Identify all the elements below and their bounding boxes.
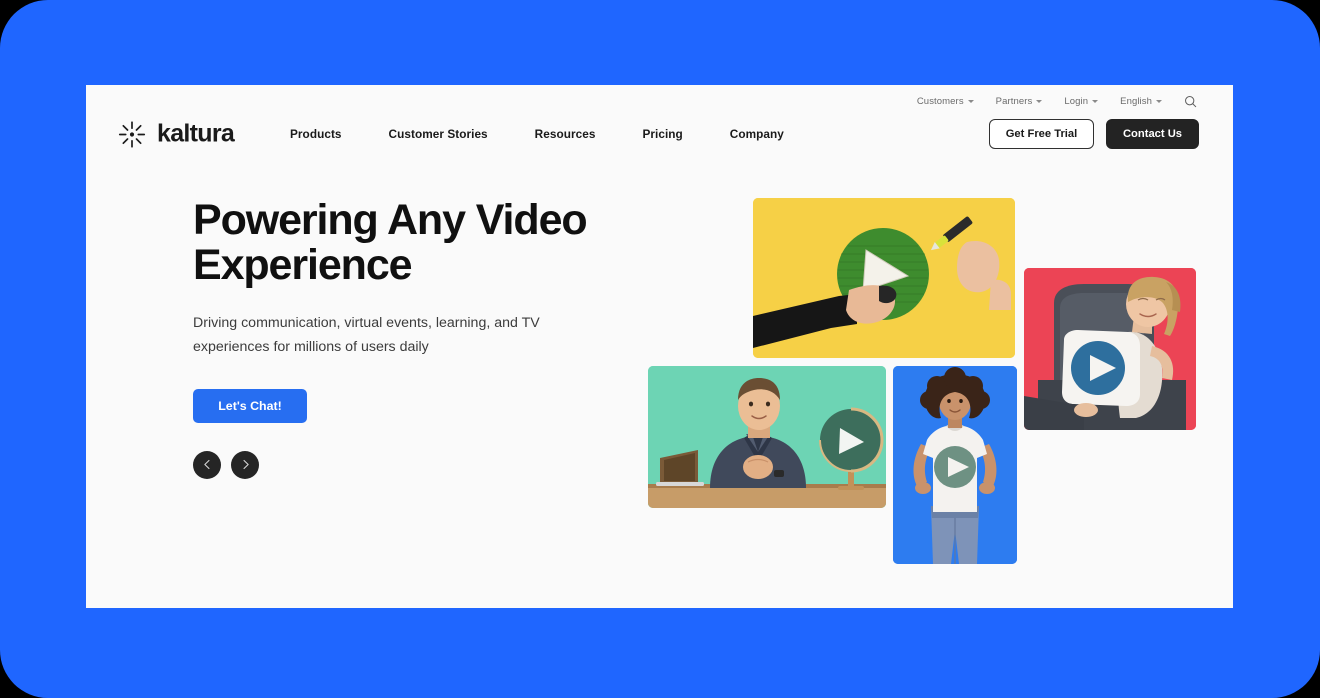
chevron-left-icon — [203, 460, 210, 470]
nav-link-resources[interactable]: Resources — [535, 127, 596, 141]
nav-links: Products Customer Stories Resources Pric… — [290, 127, 784, 141]
nav-link-pricing[interactable]: Pricing — [642, 127, 682, 141]
nav-actions: Get Free Trial Contact Us — [989, 119, 1199, 149]
carousel-next-button[interactable] — [231, 450, 259, 479]
brand-name: kaltura — [157, 119, 235, 148]
tile-whiteboard-drawing[interactable] — [753, 198, 1015, 358]
chevron-right-icon — [242, 460, 249, 470]
tile-woman-tshirt[interactable] — [893, 366, 1017, 564]
tile-woman-armchair[interactable] — [1024, 268, 1196, 430]
nav-link-customer-stories[interactable]: Customer Stories — [389, 127, 488, 141]
contact-us-button[interactable]: Contact Us — [1106, 119, 1199, 149]
hero-title: Powering Any Video Experience — [193, 196, 588, 289]
nav-link-company[interactable]: Company — [730, 127, 784, 141]
tile-whiteboard-drawing-art — [753, 198, 1015, 358]
carousel-prev-button[interactable] — [193, 450, 221, 479]
brand-logo[interactable]: kaltura — [118, 119, 235, 149]
kaltura-starburst-icon — [118, 120, 146, 148]
hero-content: Powering Any Video Experience Driving co… — [193, 198, 613, 479]
get-free-trial-button[interactable]: Get Free Trial — [989, 119, 1094, 149]
hero-subtitle: Driving communication, virtual events, l… — [193, 315, 540, 355]
website-card: Customers Partners Login English kaltura… — [86, 85, 1233, 608]
tile-presenter-desk[interactable] — [648, 366, 886, 508]
tile-presenter-desk-art — [648, 366, 886, 508]
screenshot-viewport: Customers Partners Login English kaltura… — [0, 0, 1320, 698]
main-navigation: kaltura Products Customer Stories Resour… — [86, 101, 1233, 167]
nav-link-products[interactable]: Products — [290, 127, 342, 141]
carousel-controls — [193, 450, 613, 479]
lets-chat-button[interactable]: Let's Chat! — [193, 388, 307, 423]
tile-woman-armchair-art — [1024, 268, 1196, 430]
tile-woman-tshirt-art — [893, 366, 1017, 564]
